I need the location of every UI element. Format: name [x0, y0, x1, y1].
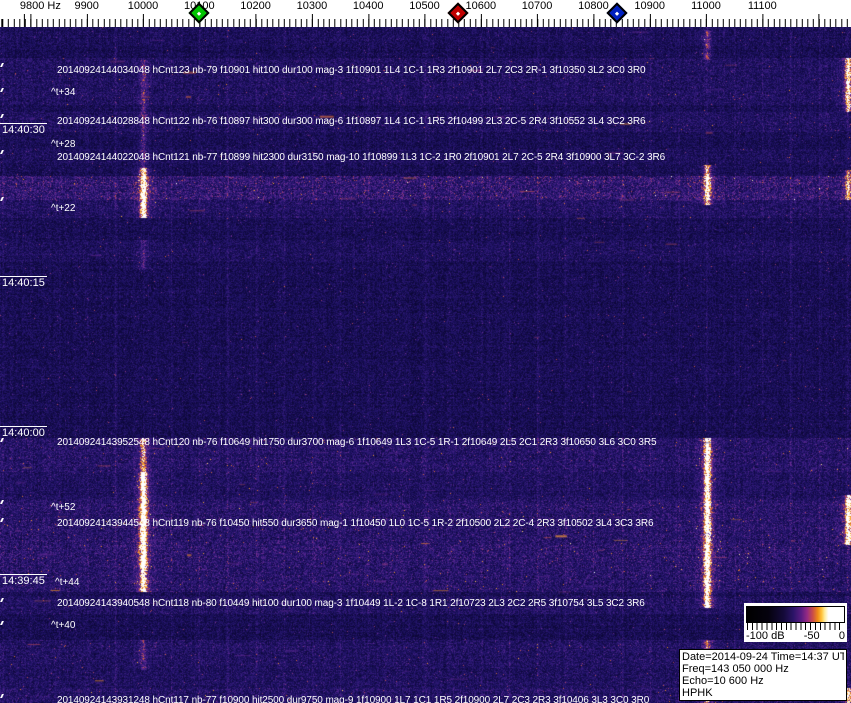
- freq-tick-label: 10800: [578, 0, 609, 12]
- info-date-time: Date=2014-09-24 Time=14:37 UTC: [682, 651, 844, 663]
- freq-tick-label: 11100: [747, 0, 777, 12]
- freq-tick-label: 10000: [127, 0, 159, 12]
- meteor-event-data-line: 20140924143944548 hCnt119 nb-76 f10450 h…: [57, 518, 654, 529]
- time-axis-label: 14:40:00: [0, 426, 47, 439]
- freq-tick-label: 10300: [296, 0, 328, 12]
- freq-tick-label: 10900: [634, 0, 665, 12]
- freq-tick-label: 9800 Hz: [19, 0, 61, 12]
- meteor-event-data-line: 20140924143952548 hCnt120 nb-76 f10649 h…: [57, 437, 657, 448]
- event-time-offset-marker: ^t+44: [55, 577, 80, 588]
- event-time-offset-marker: ^t+34: [51, 87, 76, 98]
- event-time-offset-marker: ^t+40: [51, 620, 76, 631]
- db-label-mid: -50: [803, 630, 820, 642]
- waterfall-app-window: 9800 Hz990010000101001020010300104001050…: [0, 0, 851, 703]
- freq-tick-label: 10400: [352, 0, 384, 12]
- freq-marker-center-dot: [614, 10, 620, 16]
- meteor-event-data-line: 20140924144022048 hCnt121 nb-77 f10899 h…: [57, 152, 666, 163]
- event-time-offset-marker: ^t+52: [51, 502, 76, 513]
- info-station-id: HPHK: [682, 687, 713, 699]
- meteor-event-data-line: 20140924144034048 hCnt123 nb-79 f10901 h…: [57, 65, 646, 76]
- freq-tick-label: 10200: [240, 0, 271, 12]
- event-time-offset-marker: ^t+22: [51, 203, 76, 214]
- frequency-axis: 9800 Hz990010000101001020010300104001050…: [0, 0, 851, 27]
- station-info-box: Date=2014-09-24 Time=14:37 UTC Freq=143 …: [679, 649, 847, 701]
- freq-tick-label: 11000: [691, 0, 721, 12]
- meteor-event-data-line: 20140924143940548 hCnt118 nb-80 f10449 h…: [57, 598, 645, 609]
- db-scale-legend: -100 dB -50 0: [744, 603, 847, 642]
- freq-tick-label: 10700: [521, 0, 553, 12]
- meteor-event-data-line: 20140924143931248 hCnt117 nb-77 f10900 h…: [57, 695, 650, 703]
- time-axis-label: 14:40:15: [0, 276, 47, 289]
- info-frequency: Freq=143 050 000 Hz: [682, 663, 789, 675]
- db-label-min: -100 dB: [746, 630, 785, 642]
- db-label-max: 0: [838, 630, 845, 642]
- freq-tick-label: 10500: [409, 0, 440, 12]
- event-time-offset-marker: ^t+28: [51, 139, 76, 150]
- time-axis-label: 14:40:30: [0, 123, 47, 136]
- time-axis-label: 14:39:45: [0, 574, 47, 587]
- info-echo: Echo=10 600 Hz: [682, 675, 764, 687]
- freq-tick-label: 10600: [465, 0, 497, 12]
- freq-tick-label: 9900: [74, 0, 99, 12]
- meteor-event-data-line: 20140924144028848 hCnt122 nb-76 f10897 h…: [57, 116, 646, 127]
- frequency-major-ticks: [0, 14, 851, 27]
- freq-marker-center-dot: [455, 10, 461, 16]
- freq-marker-center-dot: [196, 10, 202, 16]
- db-gradient-bar: [746, 606, 845, 623]
